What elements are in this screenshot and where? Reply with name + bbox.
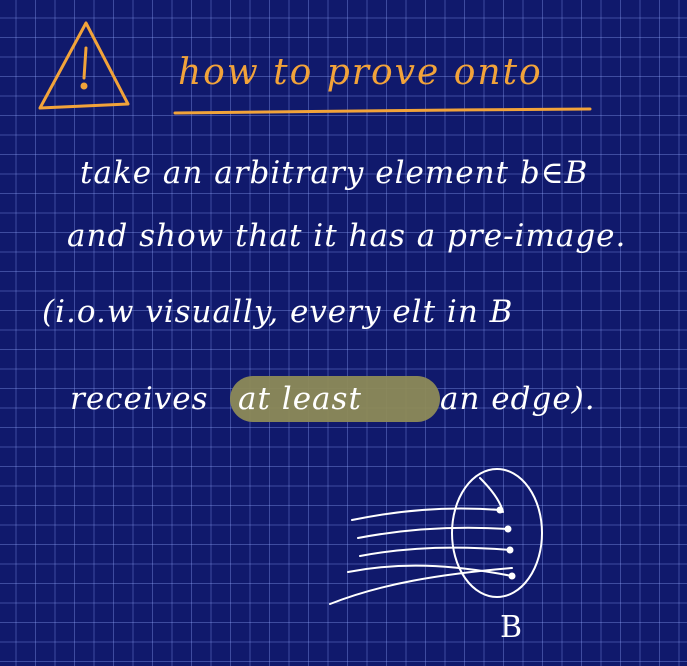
set-b-ellipse — [451, 468, 543, 598]
highlighted-phrase: at least — [238, 381, 362, 417]
edge-3 — [359, 546, 511, 557]
edge-2 — [357, 526, 509, 539]
title-underline — [173, 107, 592, 115]
set-b-label: B — [500, 610, 524, 645]
set-b-diagram — [329, 468, 543, 605]
note-line-4-start: receives — [70, 381, 209, 417]
edge-5 — [329, 567, 513, 605]
whiteboard: how to prove onto take an arbitrary elem… — [0, 0, 687, 666]
warning-triangle-icon — [38, 21, 130, 110]
note-line-1: take an arbitrary element b∈B — [80, 155, 589, 191]
note-line-2: and show that it has a pre-image. — [67, 218, 627, 254]
note-line-4-end: an edge). — [440, 381, 596, 417]
note-line-3: (i.o.w visually, every elt in B — [42, 294, 514, 330]
edge-1 — [351, 507, 501, 521]
ink-layer — [38, 21, 592, 605]
page-title: how to prove onto — [178, 52, 543, 93]
